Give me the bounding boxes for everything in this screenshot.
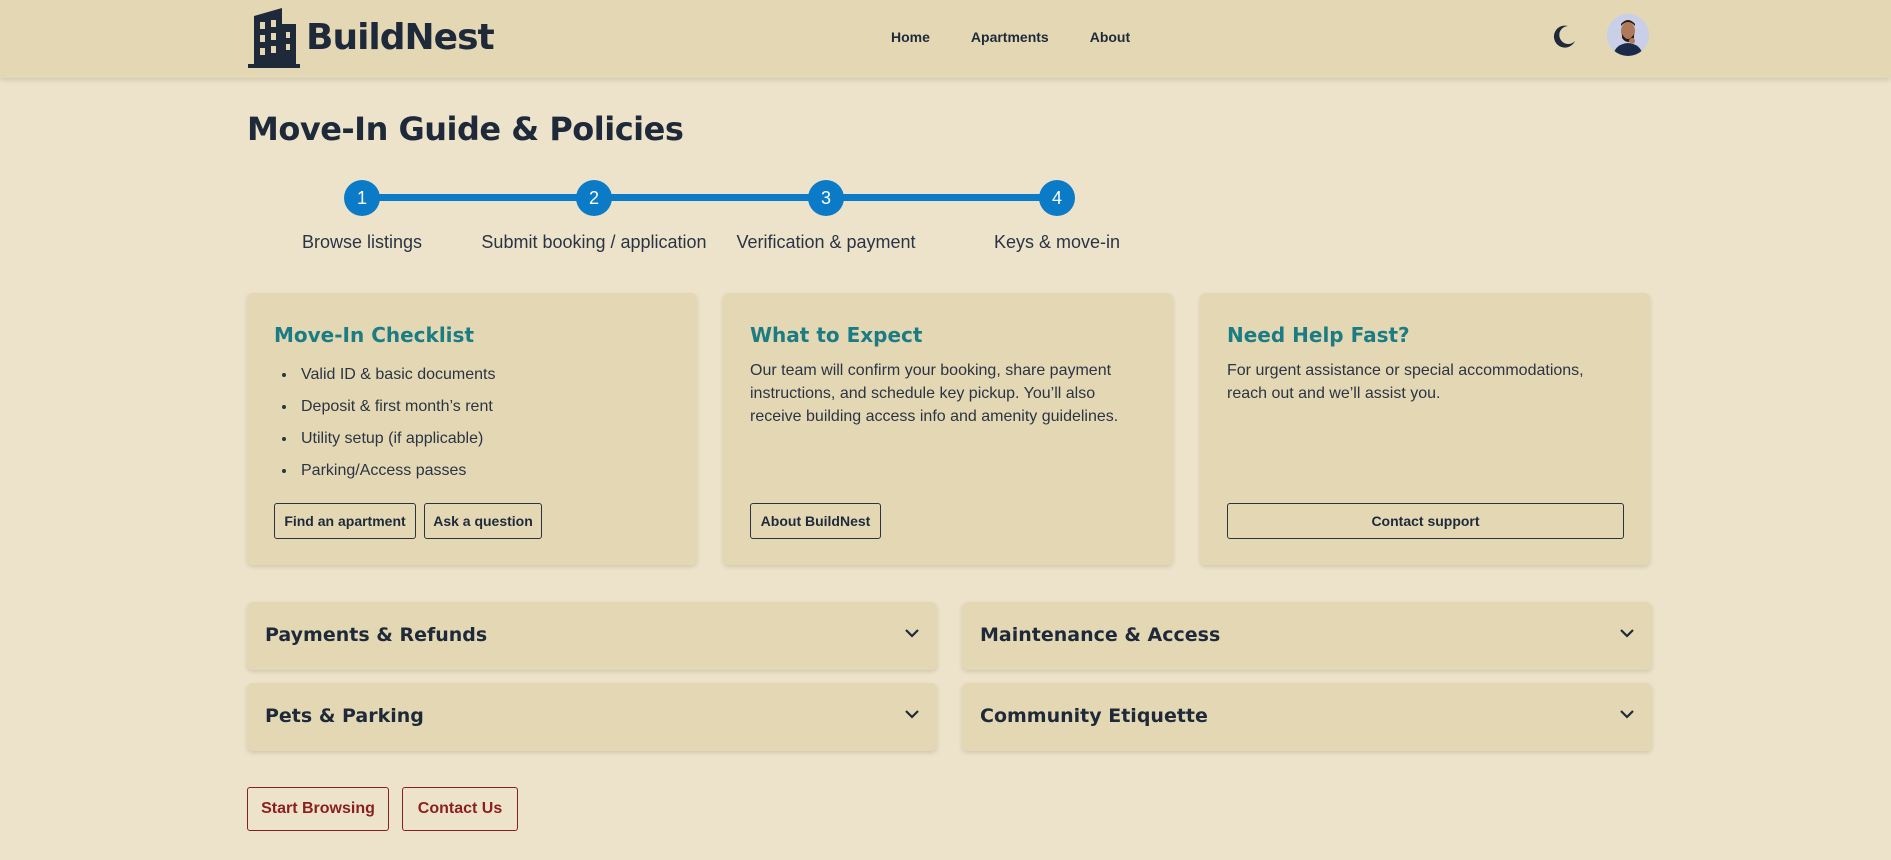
card-description: For urgent assistance or special accommo… (1227, 362, 1584, 402)
nav-about-link[interactable]: About (1090, 29, 1130, 45)
nav-apartments-link[interactable]: Apartments (971, 29, 1049, 45)
main-nav: Home Apartments About (891, 29, 1171, 45)
building-icon (248, 8, 300, 68)
need-help-card: Need Help Fast? For urgent assistance or… (1200, 293, 1650, 565)
about-buildnest-button[interactable]: About BuildNest (750, 503, 881, 539)
step-4-label: Keys & move-in (993, 232, 1121, 252)
theme-toggle-button[interactable] (1553, 24, 1577, 53)
contact-support-button[interactable]: Contact support (1227, 503, 1624, 539)
move-in-checklist-card: Move-In Checklist Valid ID & basic docum… (247, 293, 697, 565)
checklist-list: Valid ID & basic documents Deposit & fir… (297, 359, 495, 487)
chevron-down-icon (1620, 629, 1634, 638)
list-item: Deposit & first month’s rent (297, 391, 495, 423)
step-1-label: Browse listings (301, 232, 423, 252)
accordion-pets-parking[interactable]: Pets & Parking (247, 683, 937, 751)
chevron-down-icon (1620, 710, 1634, 719)
accordion-community-etiquette[interactable]: Community Etiquette (962, 683, 1652, 751)
avatar-image (1607, 14, 1649, 56)
step-3-label: Verification & payment (736, 232, 916, 252)
what-to-expect-card: What to Expect Our team will confirm you… (723, 293, 1173, 565)
accordion-title: Payments & Refunds (265, 624, 488, 646)
chevron-down-icon (905, 629, 919, 638)
list-item: Parking/Access passes (297, 455, 495, 487)
moon-icon (1553, 25, 1575, 48)
start-browsing-button[interactable]: Start Browsing (247, 787, 389, 831)
step-3-circle: 3 (808, 180, 844, 216)
step-2-circle: 2 (576, 180, 612, 216)
chevron-down-icon (905, 710, 919, 719)
step-4-circle: 4 (1039, 180, 1075, 216)
top-nav-bar: BuildNest Home Apartments About (0, 0, 1891, 78)
brand-logo[interactable]: BuildNest (248, 6, 495, 68)
list-item: Utility setup (if applicable) (297, 423, 495, 455)
accordion-title: Pets & Parking (265, 705, 424, 727)
step-progress-line (362, 194, 1056, 201)
contact-us-button[interactable]: Contact Us (402, 787, 518, 831)
accordion-title: Community Etiquette (980, 705, 1208, 727)
ask-question-button[interactable]: Ask a question (424, 503, 542, 539)
find-apartment-button[interactable]: Find an apartment (274, 503, 416, 539)
step-1-circle: 1 (344, 180, 380, 216)
accordion-maintenance-access[interactable]: Maintenance & Access (962, 602, 1652, 670)
user-avatar[interactable] (1607, 14, 1649, 56)
card-title: Need Help Fast? (1227, 323, 1410, 347)
list-item: Valid ID & basic documents (297, 359, 495, 391)
brand-name: BuildNest (306, 16, 495, 58)
page-title: Move-In Guide & Policies (247, 110, 684, 148)
nav-home-link[interactable]: Home (891, 29, 930, 45)
step-2-label: Submit booking / application (481, 232, 707, 252)
card-title: Move-In Checklist (274, 323, 474, 347)
accordion-payments-refunds[interactable]: Payments & Refunds (247, 602, 937, 670)
card-title: What to Expect (750, 323, 923, 347)
card-description: Our team will confirm your booking, shar… (750, 362, 1119, 425)
accordion-title: Maintenance & Access (980, 624, 1221, 646)
